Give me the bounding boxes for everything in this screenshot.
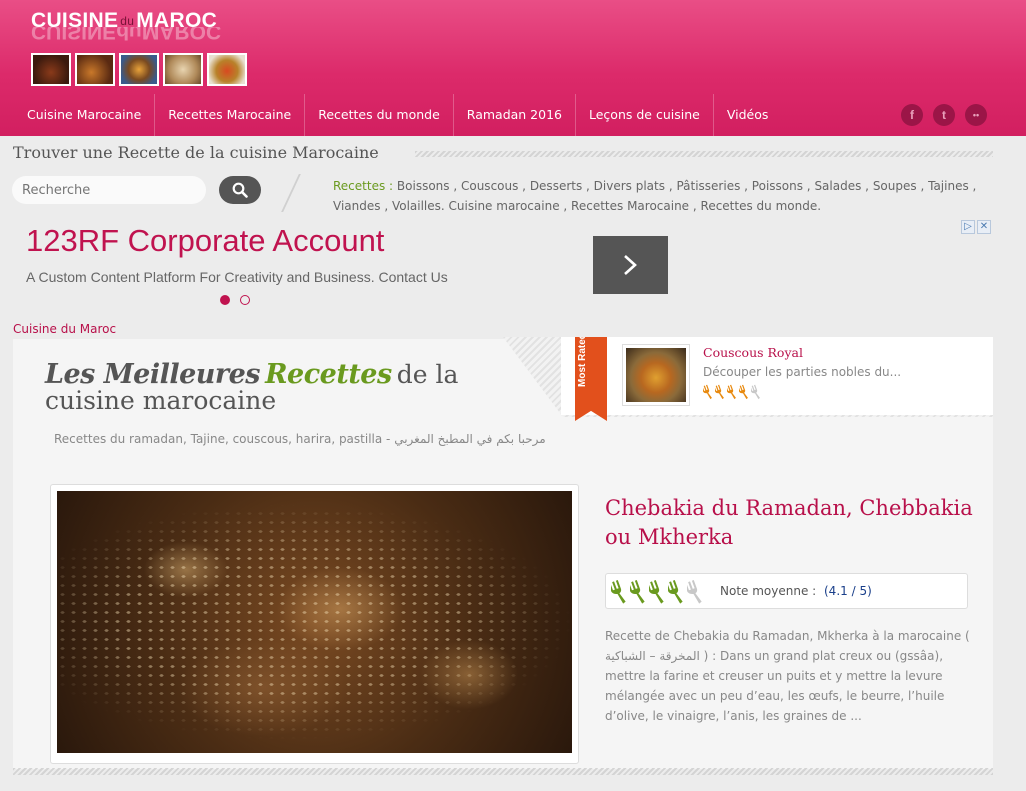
harira-thumbnail bbox=[207, 53, 247, 86]
couscous-thumbnail bbox=[119, 53, 159, 86]
divider bbox=[281, 174, 301, 212]
fork-filled-icon bbox=[727, 384, 736, 400]
fork-empty-icon bbox=[751, 384, 760, 400]
link-cuisine-marocaine[interactable]: Cuisine marocaine bbox=[449, 199, 560, 213]
search-button[interactable] bbox=[219, 176, 261, 204]
nav-item-videos[interactable]: Vidéos bbox=[714, 94, 782, 136]
recipe-links-label: Recettes : bbox=[333, 179, 394, 193]
pastilla-thumbnail bbox=[163, 53, 203, 86]
category-link-soupes[interactable]: Soupes bbox=[873, 179, 917, 193]
most-rated-widget: Most Rated Couscous Royal Découper les p… bbox=[503, 337, 993, 423]
featured-recipe-excerpt: Recette de Chebakia du Ramadan, Mkherka … bbox=[605, 629, 970, 723]
ad-next-button[interactable] bbox=[593, 236, 668, 294]
rating-box: Note moyenne : (4.1 / 5) bbox=[605, 573, 968, 609]
chevron-right-icon bbox=[624, 255, 637, 275]
category-link-boissons[interactable]: Boissons bbox=[397, 179, 450, 193]
rating-label: Note moyenne : bbox=[720, 584, 817, 598]
ad-slide-dot[interactable] bbox=[220, 295, 230, 305]
most-rated-rating bbox=[703, 384, 762, 400]
fork-filled-icon bbox=[703, 384, 712, 400]
nav-item-ramadan-2016[interactable]: Ramadan 2016 bbox=[454, 94, 576, 136]
title-text-line2: cuisine marocaine bbox=[45, 386, 277, 415]
nav-item-lecons-de-cuisine[interactable]: Leçons de cuisine bbox=[576, 94, 714, 136]
category-link-poissons[interactable]: Poissons bbox=[752, 179, 803, 193]
recipe-category-links: Recettes : Boissons , Couscous , Dessert… bbox=[333, 179, 977, 213]
fork-filled-icon bbox=[611, 580, 626, 604]
ad-pagination bbox=[220, 295, 250, 305]
featured-recipe-title[interactable]: Chebakia du Ramadan, Chebbakia ou Mkherk… bbox=[605, 494, 975, 552]
category-link-couscous[interactable]: Couscous bbox=[461, 179, 518, 193]
category-link-salades[interactable]: Salades bbox=[814, 179, 861, 193]
search-section-title: Trouver une Recette de la cuisine Maroca… bbox=[13, 143, 379, 162]
tajine-thumbnail bbox=[31, 53, 71, 86]
chebakia-photo bbox=[57, 491, 572, 753]
search-input[interactable] bbox=[12, 176, 206, 204]
most-rated-thumbnail[interactable] bbox=[622, 344, 690, 406]
fork-filled-icon bbox=[715, 384, 724, 400]
ad-title[interactable]: 123RF Corporate Account bbox=[26, 223, 384, 259]
link-recettes-du-monde[interactable]: Recettes du monde. bbox=[701, 199, 822, 213]
rating-forks bbox=[611, 579, 705, 605]
main-content: Les Meilleures Recettes de la cuisine ma… bbox=[13, 337, 993, 769]
ad-slide-dot[interactable] bbox=[240, 295, 250, 305]
close-icon[interactable]: ✕ bbox=[977, 220, 991, 234]
facebook-icon[interactable]: f bbox=[901, 104, 923, 126]
category-link-tajines[interactable]: Tajines bbox=[928, 179, 969, 193]
nav-item-recettes-du-monde[interactable]: Recettes du monde bbox=[305, 94, 454, 136]
fork-empty-icon bbox=[687, 580, 702, 604]
featured-recipe-image[interactable] bbox=[50, 484, 579, 764]
fork-filled-icon bbox=[649, 580, 664, 604]
most-rated-ribbon: Most Rated bbox=[575, 337, 607, 421]
logo-thumbnails bbox=[31, 53, 247, 86]
adchoices-icon[interactable]: ▷ bbox=[961, 220, 975, 234]
ad-choices: ▷ ✕ bbox=[961, 220, 991, 234]
most-rated-description: Découper les parties nobles du... bbox=[703, 365, 902, 379]
social-links: f t •• bbox=[901, 104, 987, 126]
page-tagline: Recettes du ramadan, Tajine, couscous, h… bbox=[54, 432, 546, 446]
ad-banner[interactable]: 123RF Corporate Account A Custom Content… bbox=[13, 219, 993, 319]
site-header: CUISINE duMAROC CUISINEduMAROC Cuisine Ma… bbox=[0, 0, 1026, 136]
twitter-icon[interactable]: t bbox=[933, 104, 955, 126]
category-link-viandes[interactable]: Viandes bbox=[333, 199, 381, 213]
category-link-desserts[interactable]: Desserts bbox=[530, 179, 582, 193]
link-recettes-marocaine[interactable]: Recettes Marocaine bbox=[571, 199, 689, 213]
category-link-divers-plats[interactable]: Divers plats bbox=[594, 179, 665, 193]
nav-item-cuisine-marocaine[interactable]: Cuisine Marocaine bbox=[14, 94, 156, 136]
ad-subtitle[interactable]: A Custom Content Platform For Creativity… bbox=[26, 269, 448, 285]
fork-filled-icon bbox=[739, 384, 748, 400]
page-title: Les Meilleures Recettes de la cuisine ma… bbox=[45, 359, 458, 415]
category-link-patisseries[interactable]: Pâtisseries bbox=[676, 179, 740, 193]
main-nav: Cuisine Marocaine Recettes Marocaine Rec… bbox=[14, 94, 781, 136]
most-rated-title[interactable]: Couscous Royal bbox=[703, 345, 803, 360]
title-text: de la bbox=[396, 360, 459, 389]
logo-reflection: CUISINEduMAROC bbox=[31, 27, 222, 43]
fork-filled-icon bbox=[668, 580, 683, 604]
divider bbox=[415, 151, 993, 157]
flickr-icon[interactable]: •• bbox=[965, 104, 987, 126]
divider bbox=[13, 768, 993, 775]
search-icon bbox=[232, 182, 248, 198]
brochettes-thumbnail bbox=[75, 53, 115, 86]
fork-filled-icon bbox=[630, 580, 645, 604]
site-logo[interactable]: CUISINE duMAROC CUISINEduMAROC bbox=[31, 9, 261, 89]
nav-item-recettes-marocaine[interactable]: Recettes Marocaine bbox=[155, 94, 306, 136]
rating-value: (4.1 / 5) bbox=[824, 584, 872, 598]
breadcrumb[interactable]: Cuisine du Maroc bbox=[13, 322, 116, 336]
category-link-volailles[interactable]: Volailles bbox=[392, 199, 441, 213]
title-script-word-accent: Recettes bbox=[265, 359, 392, 390]
